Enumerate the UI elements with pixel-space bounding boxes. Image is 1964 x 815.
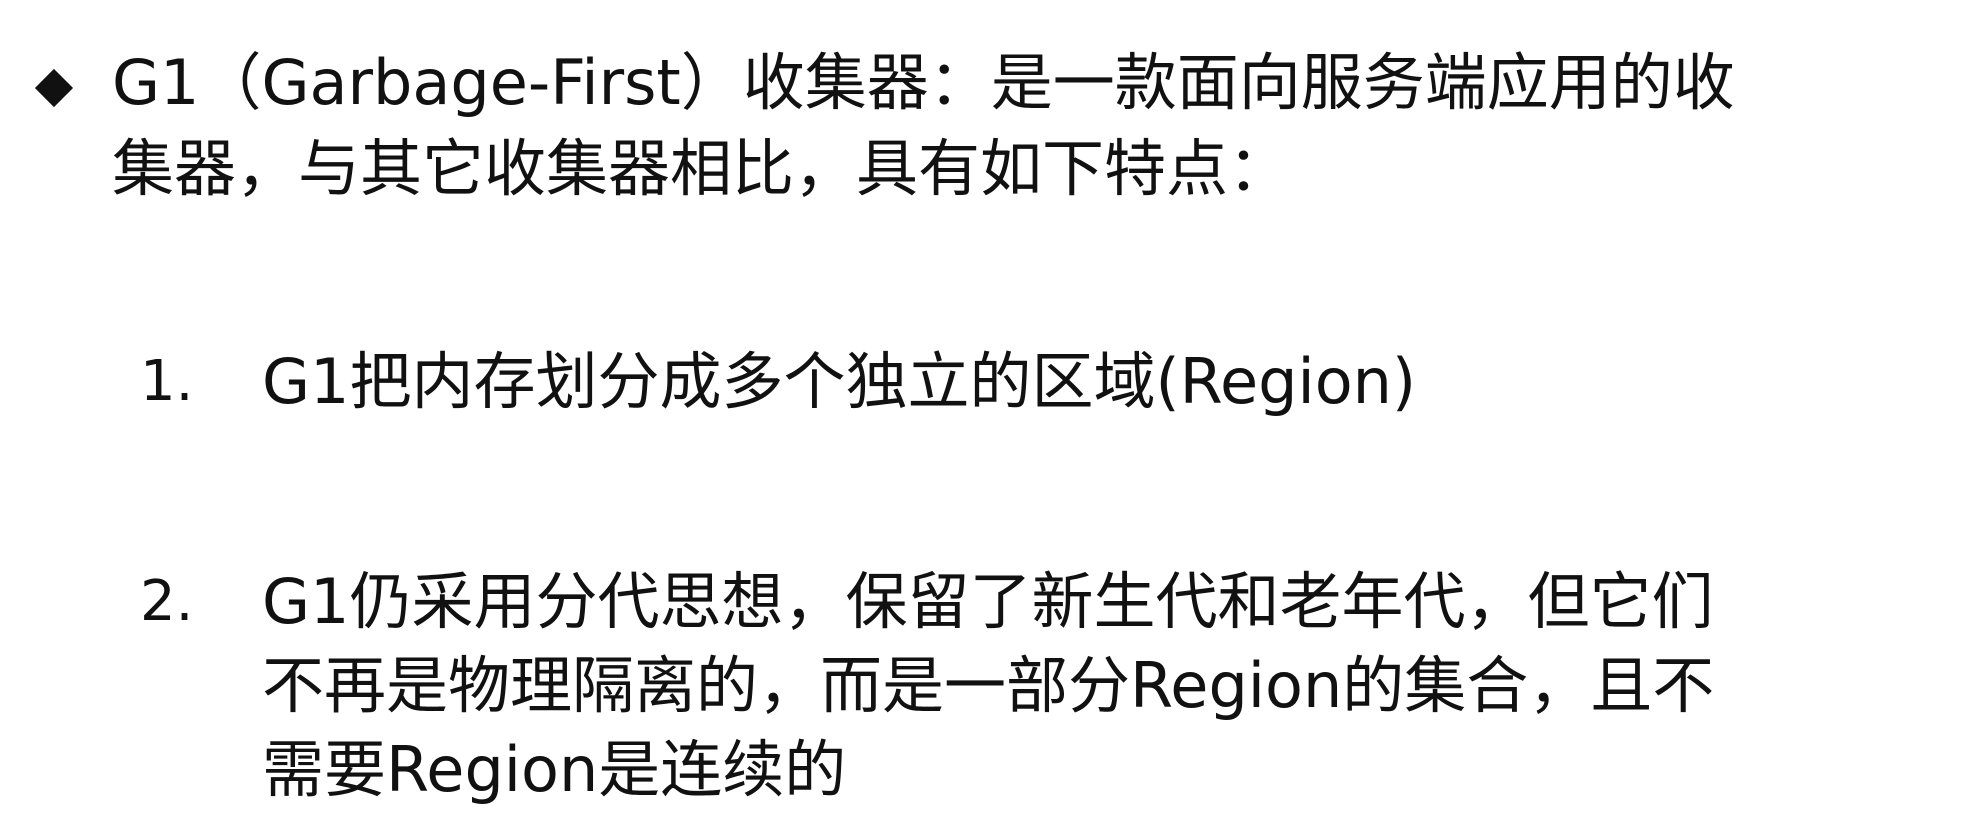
item-2-line-1: G1仍采用分代思想，保留了新生代和老年代，但它们 (262, 565, 1714, 638)
intro-line-2: 集器，与其它收集器相比，具有如下特点： (112, 132, 1291, 205)
item-text: G1把内存划分成多个独立的区域(Region) (262, 340, 1822, 424)
intro-line-1: G1（Garbage-First）收集器：是一款面向服务端应用的收 (112, 46, 1735, 119)
diamond-bullet-icon: ◆ (34, 55, 74, 113)
item-number: 2. (140, 569, 194, 634)
item-number: 1. (140, 349, 194, 414)
item-2-line-3: 需要Region是连续的 (262, 733, 847, 806)
item-2-line-2: 不再是物理隔离的，而是一部分Region的集合，且不 (262, 649, 1715, 722)
slide: ◆ G1（Garbage-First）收集器：是一款面向服务端应用的收 集器，与… (0, 0, 1964, 815)
intro-text: G1（Garbage-First）收集器：是一款面向服务端应用的收 集器，与其它… (112, 40, 1892, 212)
item-text: G1仍采用分代思想，保留了新生代和老年代，但它们 不再是物理隔离的，而是一部分R… (262, 560, 1822, 812)
item-1-line-1: G1把内存划分成多个独立的区域(Region) (262, 345, 1417, 418)
